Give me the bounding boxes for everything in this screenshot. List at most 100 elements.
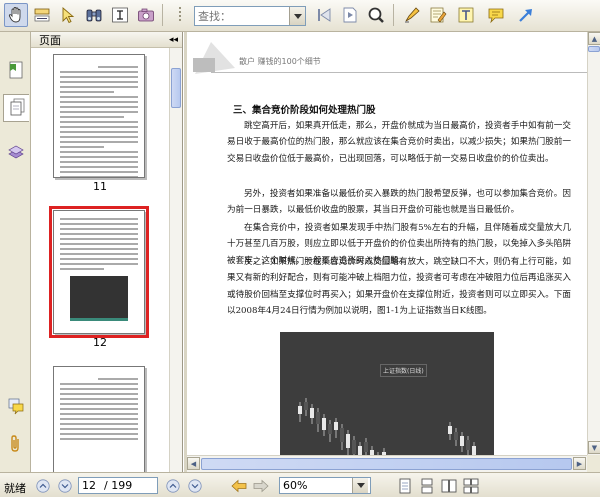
thumbnail-label-11: 11 [93, 180, 107, 193]
camera-icon [138, 8, 154, 22]
header-rule [211, 72, 587, 73]
search-input[interactable] [195, 8, 289, 24]
hand-icon [8, 7, 21, 23]
tab-pages[interactable] [3, 94, 29, 122]
paragraph-2: 另外，投资者如果准备以最低价买入暴跌的热门股希望反弹，也可以参加集合竞价。因为前… [227, 189, 571, 216]
thumbnail-scrollbar[interactable] [169, 48, 182, 472]
note-pencil-icon [430, 7, 447, 23]
horizontal-scroll-thumb[interactable] [201, 458, 572, 470]
scroll-right-button[interactable]: ▶ [573, 457, 586, 470]
comment-button[interactable] [484, 3, 508, 27]
speech-bubble-icon [488, 8, 504, 24]
chevron-down-icon [293, 13, 302, 19]
section-heading: 三、集合竞价阶段如何处理热门股 [233, 105, 376, 116]
thumbnail-list: 11 12 [31, 48, 169, 472]
thumbnail-scroll-thumb[interactable] [171, 68, 181, 108]
facing-pages-icon [441, 479, 456, 492]
search-web-button[interactable] [364, 3, 388, 27]
zoom-input[interactable] [280, 478, 352, 493]
scroll-down-button[interactable]: ▼ [588, 441, 600, 454]
text-box-icon [458, 7, 474, 23]
paragraph-1: 跳空高开后，如果真开低走，那么，开盘价就成为当日最高价，投资者手中如有前一交易日… [227, 121, 571, 164]
page-number-box[interactable]: / 199 [78, 477, 158, 494]
previous-page-icon [57, 478, 72, 493]
tab-attachments[interactable] [3, 430, 29, 458]
back-arrow-icon [230, 479, 246, 492]
collapse-panel-button[interactable]: ◂◂ [169, 35, 178, 45]
cursor-arrow-icon [62, 7, 75, 24]
text-cursor-icon [112, 7, 128, 23]
first-page-icon [35, 478, 50, 493]
page-thumbnail-12[interactable] [49, 206, 149, 338]
first-page-button[interactable] [34, 477, 51, 494]
document-scroll-thumb[interactable] [588, 46, 600, 52]
search-box[interactable] [194, 6, 306, 26]
bookmark-page-icon [9, 61, 23, 79]
tab-layers[interactable] [3, 138, 29, 166]
skip-back-icon [318, 8, 331, 22]
previous-page-button[interactable] [56, 477, 73, 494]
sidebar-tab-strip [0, 32, 31, 472]
kline-chart-image: 上证指数(日线) [280, 332, 494, 455]
document-view: 散户 赚钱的100个细节 三、集合竞价阶段如何处理热门股 跳空高开后，如果真开低… [187, 32, 587, 455]
arrow-tool-button[interactable] [514, 3, 538, 27]
thumbnail-label-12: 12 [93, 336, 107, 349]
thumbnail-panel: 页面 ◂◂ 11 12 [31, 32, 183, 472]
document-horizontal-scrollbar[interactable]: ◀ ▶ [187, 455, 587, 472]
paperclip-icon [11, 435, 19, 452]
zoom-box[interactable] [279, 477, 371, 494]
page-total: / 199 [104, 479, 133, 492]
search-dropdown-button[interactable] [289, 7, 305, 25]
forward-button[interactable] [252, 477, 269, 494]
scroll-up-button[interactable]: ▲ [588, 32, 600, 45]
pdf-reader-window: 页面 ◂◂ 11 [0, 0, 600, 497]
status-text: 就绪 [4, 482, 26, 495]
hand-tool-button[interactable] [4, 3, 28, 27]
page-header: 散户 赚钱的100个细节 [187, 32, 587, 90]
chevron-down-icon [356, 483, 365, 488]
continuous-pages-icon [421, 478, 432, 493]
page-forward-icon [343, 7, 357, 23]
pages-icon [10, 98, 24, 116]
last-page-button[interactable] [186, 477, 203, 494]
next-result-button[interactable] [338, 3, 362, 27]
layers-icon [8, 145, 24, 159]
back-button[interactable] [230, 477, 247, 494]
continuous-view-button[interactable] [418, 477, 435, 494]
page-number-input[interactable] [82, 478, 104, 493]
find-button[interactable] [82, 3, 106, 27]
last-page-icon [187, 478, 202, 493]
thumbnail-panel-header: 页面 ◂◂ [31, 32, 182, 48]
text-box-button[interactable] [454, 3, 478, 27]
text-select-tool-button[interactable] [108, 3, 132, 27]
scroll-left-button[interactable]: ◀ [187, 457, 200, 470]
page-thumbnail-11[interactable] [53, 54, 145, 178]
document-vertical-scrollbar[interactable]: ▲ ▼ [587, 32, 600, 455]
highlighter-icon [405, 7, 420, 23]
page-header-text: 散户 赚钱的100个细节 [239, 57, 321, 66]
page-thumbnail-13[interactable] [53, 366, 145, 472]
continuous-facing-view-button[interactable] [462, 477, 479, 494]
zoom-dropdown-button[interactable] [352, 478, 368, 493]
select-text-icon [34, 8, 50, 22]
next-page-button[interactable] [164, 477, 181, 494]
tab-comments[interactable] [3, 392, 29, 420]
forward-arrow-icon [253, 479, 269, 492]
facing-view-button[interactable] [440, 477, 457, 494]
comments-icon [8, 398, 24, 415]
snapshot-button[interactable] [134, 3, 158, 27]
select-arrow-button[interactable] [56, 3, 80, 27]
paragraph-4: 反之，如果热门股在集合竞价时成交量略有放大，跳空缺口不大，则仍有上行可能，如果又… [227, 257, 571, 316]
diagonal-arrow-icon [519, 9, 532, 22]
select-text-button[interactable] [30, 3, 54, 27]
grip-icon [179, 7, 181, 21]
tab-bookmarks[interactable] [3, 56, 29, 84]
next-page-icon [165, 478, 180, 493]
previous-result-button[interactable] [312, 3, 336, 27]
toolbar-grip [168, 3, 192, 27]
binoculars-icon [86, 9, 102, 22]
status-bar: 就绪 / 199 [0, 472, 600, 497]
single-page-view-button[interactable] [396, 477, 413, 494]
highlighter-button[interactable] [400, 3, 424, 27]
note-button[interactable] [426, 3, 450, 27]
